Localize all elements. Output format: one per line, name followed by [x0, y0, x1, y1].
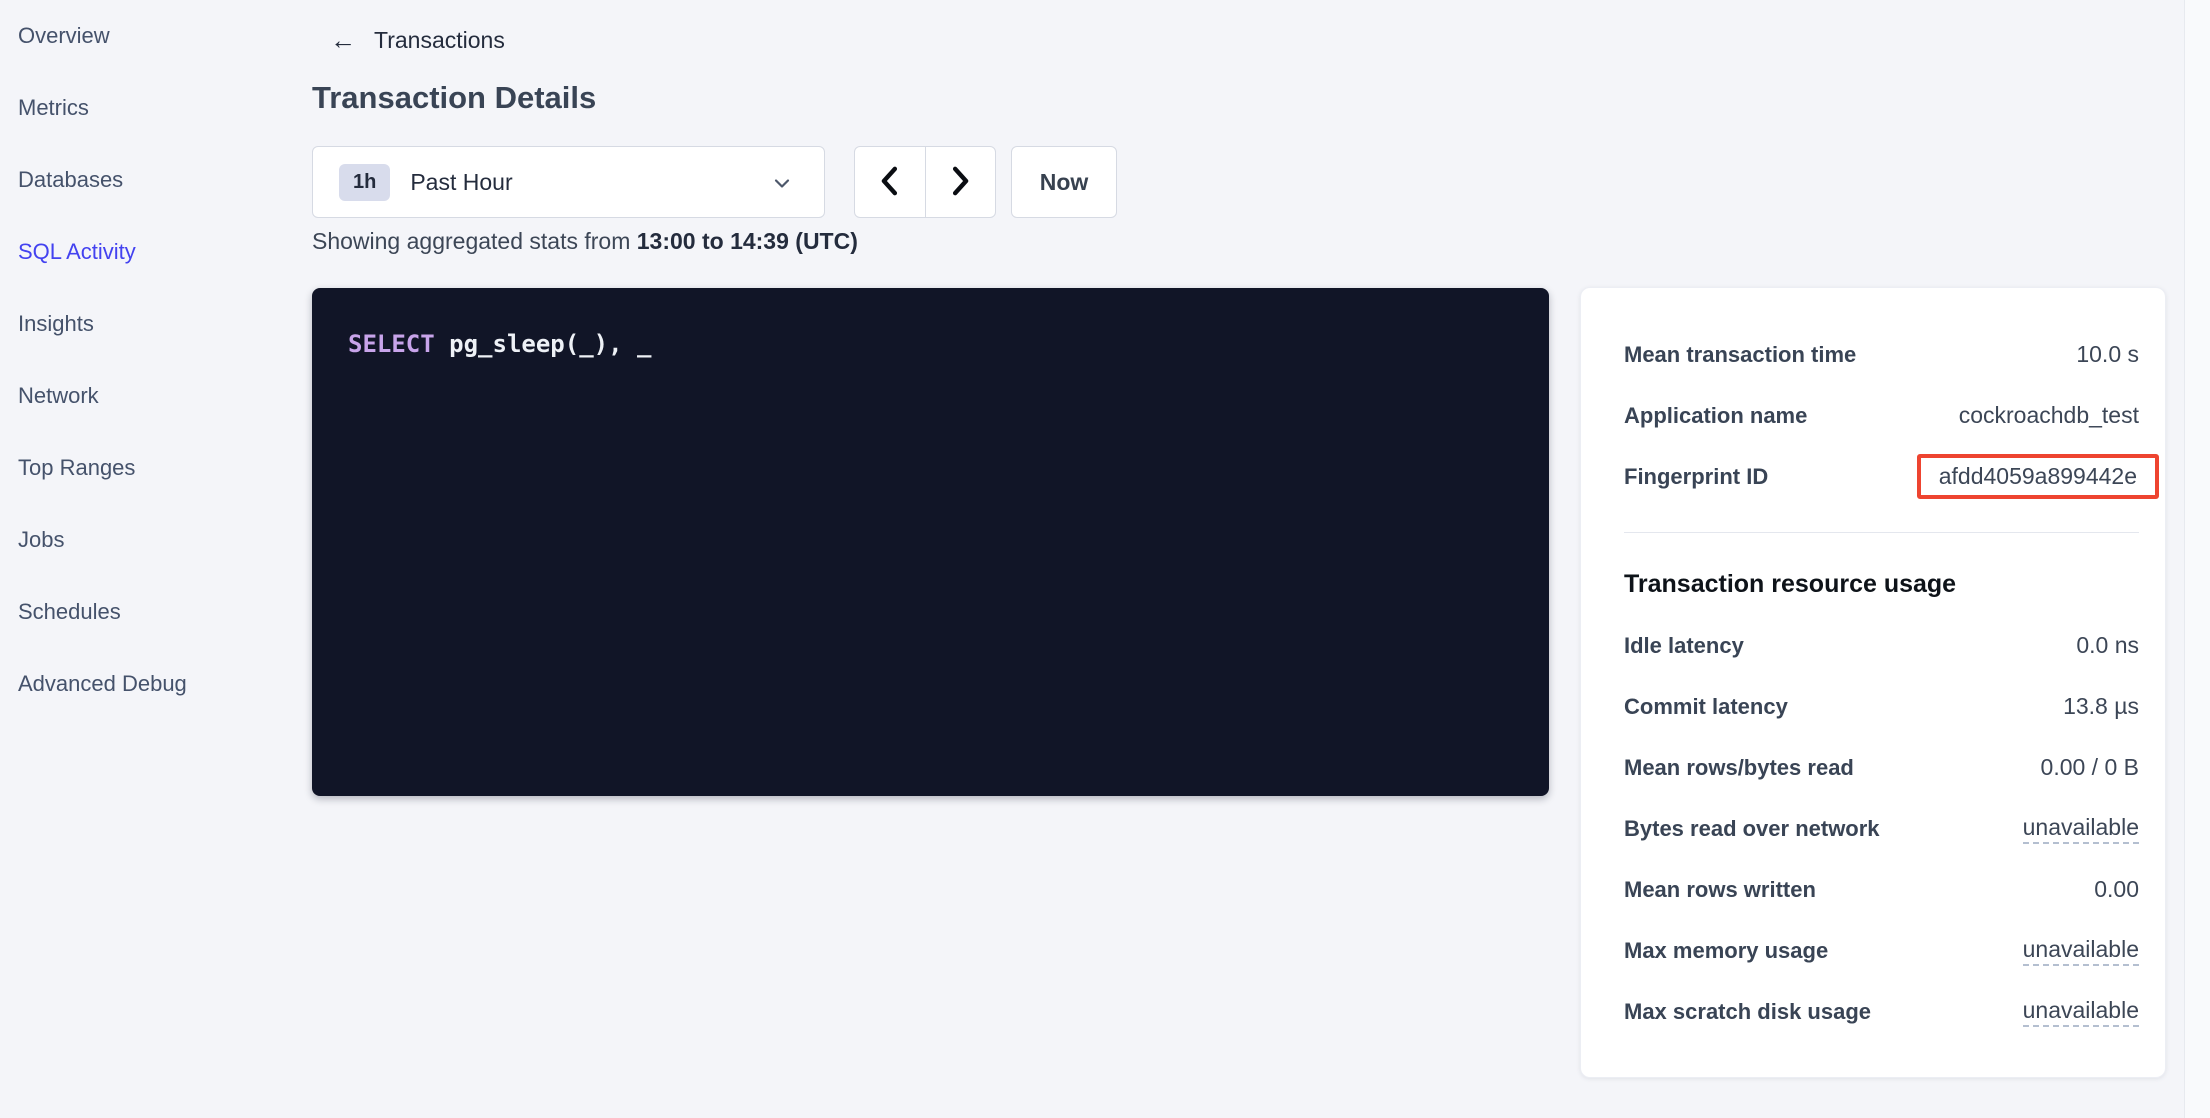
detail-row: Commit latency 13.8 µs	[1624, 676, 2139, 737]
detail-value: cockroachdb_test	[1959, 402, 2139, 429]
detail-row: Bytes read over network unavailable	[1624, 798, 2139, 859]
sidebar-item-jobs[interactable]: Jobs	[0, 504, 290, 576]
detail-value: 0.00	[2094, 876, 2139, 903]
detail-label: Fingerprint ID	[1624, 464, 1768, 490]
detail-value[interactable]: unavailable	[2023, 936, 2139, 966]
page-title: Transaction Details	[312, 80, 596, 116]
resource-rows: Idle latency 0.0 ns Commit latency 13.8 µs M…	[1624, 615, 2139, 1042]
detail-row: Mean rows/bytes read 0.00 / 0 B	[1624, 737, 2139, 798]
sql-statement-box: SELECT pg_sleep(_), _	[312, 288, 1549, 796]
sidebar-item-schedules[interactable]: Schedules	[0, 576, 290, 648]
detail-row: Mean transaction time 10.0 s	[1624, 324, 2139, 385]
chevron-down-icon	[770, 171, 794, 200]
stats-prefix: Showing aggregated stats from	[312, 228, 637, 254]
sidebar-item-sql-activity[interactable]: SQL Activity	[0, 216, 290, 288]
detail-label: Bytes read over network	[1624, 816, 1880, 842]
detail-label: Max scratch disk usage	[1624, 999, 1871, 1025]
now-button[interactable]: Now	[1011, 146, 1117, 218]
detail-label: Mean transaction time	[1624, 342, 1856, 368]
back-link-label: Transactions	[374, 27, 505, 54]
sql-statement-text: SELECT pg_sleep(_), _	[348, 330, 651, 358]
detail-value[interactable]: unavailable	[2023, 814, 2139, 844]
sql-code-rest: pg_sleep(_), _	[435, 330, 652, 358]
prev-range-button[interactable]	[855, 147, 926, 217]
detail-value: 10.0 s	[2076, 341, 2139, 368]
detail-row: Max memory usage unavailable	[1624, 920, 2139, 981]
sidebar-nav: OverviewMetricsDatabasesSQL ActivityInsi…	[0, 0, 290, 1118]
sql-keyword: SELECT	[348, 330, 435, 358]
fingerprint-id-value: afdd4059a899442e	[1917, 454, 2159, 499]
transaction-details-card: Mean transaction time 10.0 s Application n…	[1580, 287, 2166, 1078]
chevron-left-icon	[875, 164, 905, 201]
detail-label: Application name	[1624, 403, 1807, 429]
detail-row: Idle latency 0.0 ns	[1624, 615, 2139, 676]
detail-value: 0.00 / 0 B	[2041, 754, 2139, 781]
detail-row: Mean rows written 0.00	[1624, 859, 2139, 920]
time-range-badge: 1h	[339, 164, 390, 201]
detail-value: 0.0 ns	[2076, 632, 2139, 659]
sidebar-item-metrics[interactable]: Metrics	[0, 72, 290, 144]
detail-label: Max memory usage	[1624, 938, 1828, 964]
sidebar-item-network[interactable]: Network	[0, 360, 290, 432]
detail-value: 13.8 µs	[2063, 693, 2139, 720]
time-range-nav	[854, 146, 996, 218]
resource-usage-heading: Transaction resource usage	[1624, 564, 2139, 604]
time-range-select[interactable]: 1h Past Hour	[312, 146, 825, 218]
aggregated-stats-text: Showing aggregated stats from 13:00 to 1…	[312, 228, 858, 255]
time-range-value: Past Hour	[410, 169, 512, 196]
sidebar-item-insights[interactable]: Insights	[0, 288, 290, 360]
vertical-scrollbar[interactable]	[2184, 0, 2210, 1118]
stats-range: 13:00 to 14:39 (UTC)	[637, 228, 858, 254]
detail-row: Max scratch disk usage unavailable	[1624, 981, 2139, 1042]
sidebar-item-overview[interactable]: Overview	[0, 0, 290, 72]
card-divider	[1624, 532, 2139, 533]
back-link-transactions[interactable]: ← Transactions	[330, 22, 505, 58]
detail-label: Idle latency	[1624, 633, 1744, 659]
sidebar-item-top-ranges[interactable]: Top Ranges	[0, 432, 290, 504]
detail-label: Mean rows written	[1624, 877, 1816, 903]
detail-row: Application name cockroachdb_test	[1624, 385, 2139, 446]
summary-rows: Mean transaction time 10.0 s Application n…	[1624, 324, 2139, 507]
back-arrow-icon: ←	[330, 27, 356, 53]
next-range-button[interactable]	[926, 147, 996, 217]
detail-row: Fingerprint IDafdd4059a899442e	[1624, 446, 2139, 507]
sidebar-item-databases[interactable]: Databases	[0, 144, 290, 216]
chevron-right-icon	[945, 164, 975, 201]
detail-label: Commit latency	[1624, 694, 1788, 720]
sidebar-item-advanced-debug[interactable]: Advanced Debug	[0, 648, 290, 720]
detail-label: Mean rows/bytes read	[1624, 755, 1854, 781]
detail-value[interactable]: unavailable	[2023, 997, 2139, 1027]
